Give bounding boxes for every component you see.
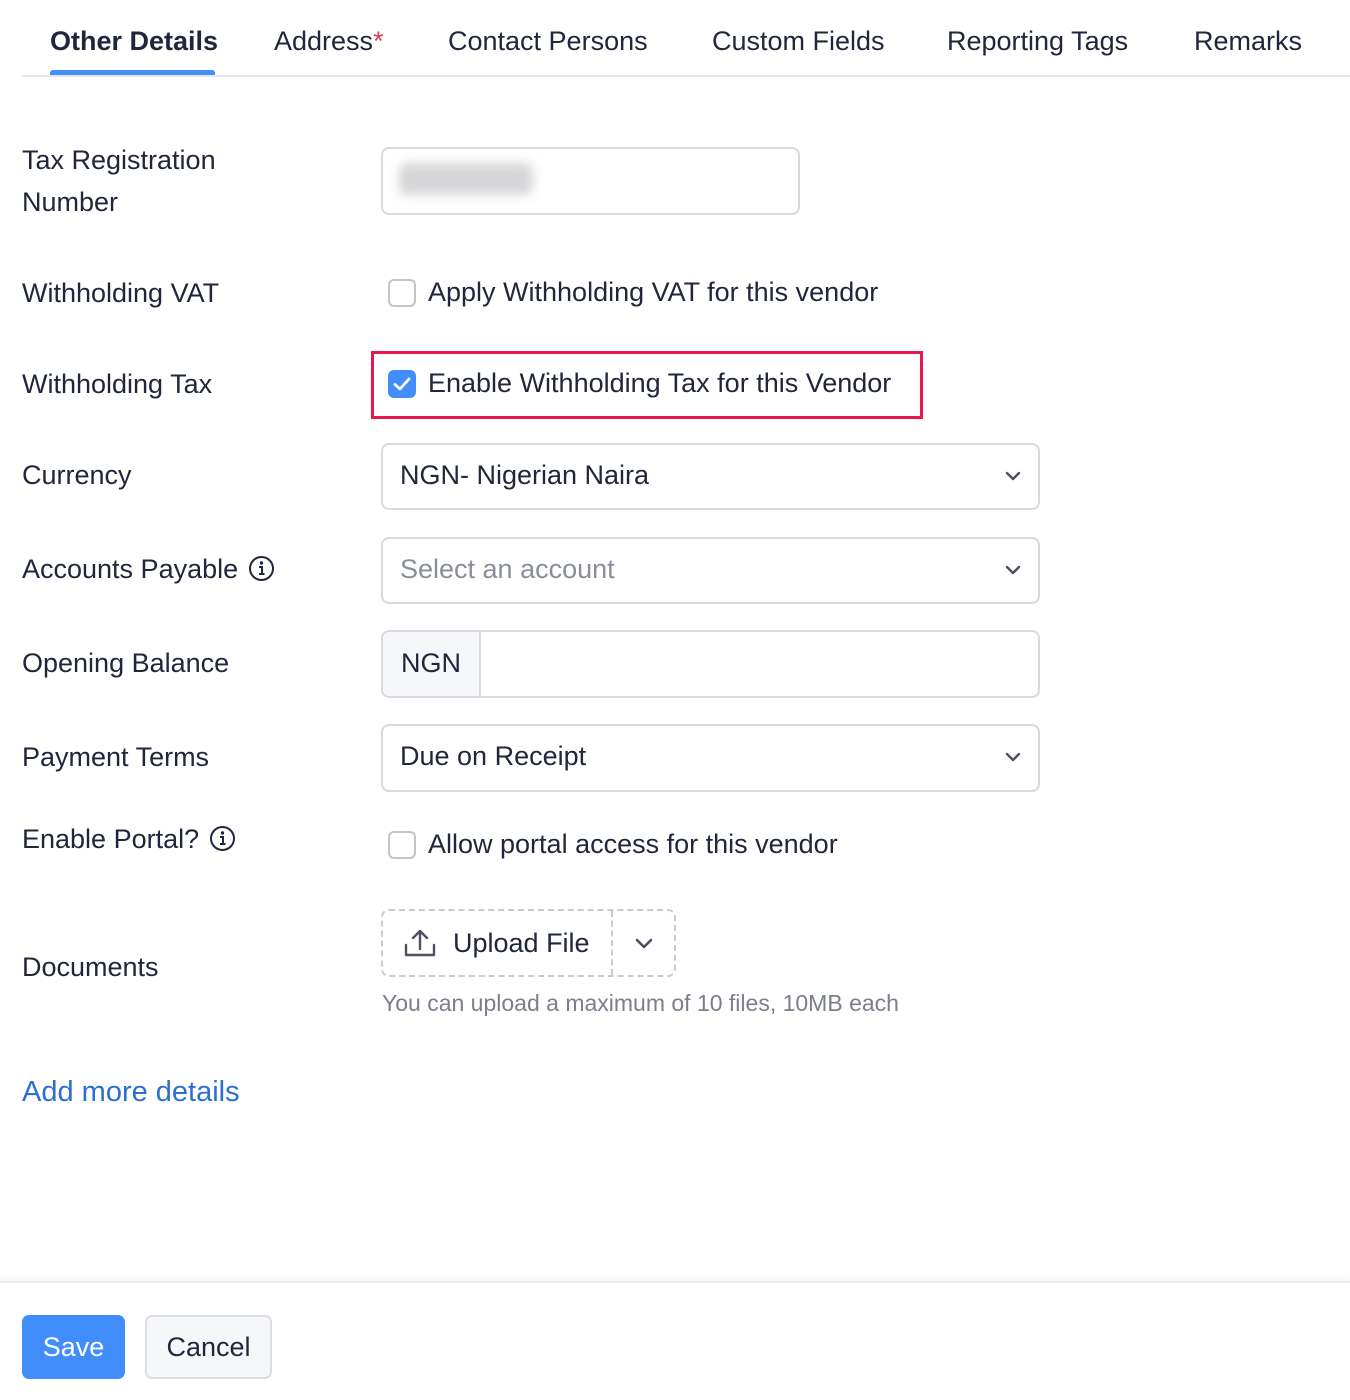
checkmark-icon	[393, 377, 411, 390]
enable-portal-label: Enable Portal?	[22, 818, 236, 860]
form-footer: Save Cancel	[0, 1281, 1350, 1400]
tab-remarks[interactable]: Remarks	[1194, 26, 1302, 57]
enable-portal-checkbox-label[interactable]: Allow portal access for this vendor	[428, 829, 838, 860]
withholding-tax-option: Enable Withholding Tax for this Vendor	[388, 368, 891, 399]
withholding-tax-checkbox-label[interactable]: Enable Withholding Tax for this Vendor	[428, 368, 891, 399]
withholding-tax-checkbox[interactable]	[388, 369, 416, 398]
tab-contact-persons[interactable]: Contact Persons	[448, 26, 648, 57]
upload-file-label: Upload File	[453, 927, 590, 958]
payment-terms-select[interactable]: Due on Receipt	[381, 724, 1040, 792]
active-tab-indicator	[50, 70, 215, 75]
currency-value: NGN- Nigerian Naira	[400, 460, 650, 490]
add-more-details-link[interactable]: Add more details	[22, 1076, 240, 1109]
accounts-payable-select[interactable]: Select an account	[381, 537, 1040, 604]
upload-control: Upload File	[381, 909, 676, 977]
accounts-payable-label: Accounts Payable	[22, 548, 275, 590]
upload-icon	[404, 929, 436, 957]
redacted-value	[399, 163, 533, 195]
required-marker: *	[373, 26, 384, 56]
tab-reporting-tags[interactable]: Reporting Tags	[947, 26, 1128, 57]
save-button[interactable]: Save	[22, 1315, 125, 1379]
tab-custom-fields[interactable]: Custom Fields	[712, 26, 885, 57]
payment-terms-value: Due on Receipt	[400, 741, 587, 771]
chevron-down-icon	[1005, 752, 1021, 762]
opening-balance-label: Opening Balance	[22, 648, 230, 678]
tax-registration-label-line2: Number	[22, 187, 119, 217]
tax-registration-input[interactable]	[381, 147, 800, 215]
documents-label: Documents	[22, 952, 159, 982]
upload-file-button[interactable]: Upload File	[383, 911, 613, 975]
currency-prefix: NGN	[383, 632, 481, 696]
cancel-button[interactable]: Cancel	[145, 1315, 272, 1379]
withholding-vat-option: Apply Withholding VAT for this vendor	[388, 277, 878, 308]
chevron-down-icon	[635, 938, 652, 949]
opening-balance-input[interactable]: NGN	[381, 630, 1040, 698]
currency-select[interactable]: NGN- Nigerian Naira	[381, 443, 1040, 510]
info-icon[interactable]	[248, 555, 275, 582]
currency-label: Currency	[22, 460, 132, 490]
tax-registration-label-line1: Tax Registration	[22, 145, 216, 175]
payment-terms-label: Payment Terms	[22, 742, 210, 772]
withholding-vat-label: Withholding VAT	[22, 278, 220, 308]
tab-address-label: Address	[274, 26, 374, 56]
accounts-payable-placeholder: Select an account	[400, 554, 615, 584]
withholding-vat-checkbox-label[interactable]: Apply Withholding VAT for this vendor	[428, 277, 878, 308]
tab-other-details[interactable]: Other Details	[50, 26, 218, 57]
info-icon[interactable]	[209, 825, 236, 852]
enable-portal-option: Allow portal access for this vendor	[388, 829, 838, 860]
accounts-payable-label-text: Accounts Payable	[22, 554, 239, 584]
tab-address[interactable]: Address*	[274, 26, 384, 57]
tax-registration-label: Tax Registration Number	[22, 139, 216, 223]
tab-bar: Other Details Address* Contact Persons C…	[22, 0, 1350, 77]
upload-hint: You can upload a maximum of 10 files, 10…	[382, 990, 899, 1016]
enable-portal-label-text: Enable Portal?	[22, 824, 200, 854]
upload-options-toggle[interactable]	[613, 911, 674, 975]
withholding-vat-checkbox[interactable]	[388, 278, 416, 307]
chevron-down-icon	[1005, 565, 1021, 575]
chevron-down-icon	[1005, 471, 1021, 481]
withholding-tax-label: Withholding Tax	[22, 369, 213, 399]
enable-portal-checkbox[interactable]	[388, 830, 416, 859]
